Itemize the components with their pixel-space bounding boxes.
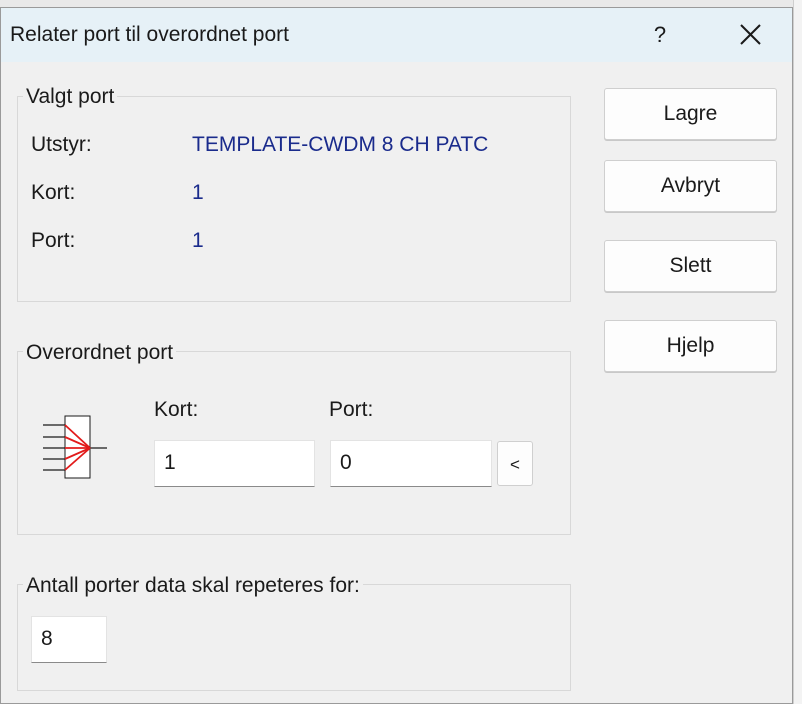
cancel-button[interactable]: Avbryt bbox=[604, 160, 777, 212]
equipment-label: Utstyr: bbox=[31, 133, 92, 156]
parent-port-legend: Overordnet port bbox=[23, 341, 177, 365]
save-button[interactable]: Lagre bbox=[604, 88, 777, 140]
selected-port-legend: Valgt port bbox=[23, 85, 118, 109]
title-bar[interactable]: Relater port til overordnet port ? bbox=[1, 8, 792, 62]
relate-port-dialog: Relater port til overordnet port ? Valgt… bbox=[0, 7, 793, 704]
port-value: 1 bbox=[192, 229, 204, 252]
repeat-count-input[interactable]: 8 bbox=[31, 616, 107, 663]
delete-button[interactable]: Slett bbox=[604, 240, 777, 292]
close-icon bbox=[740, 24, 761, 45]
dialog-title: Relater port til overordnet port bbox=[10, 23, 289, 46]
card-value: 1 bbox=[192, 181, 204, 204]
close-button[interactable] bbox=[729, 16, 771, 54]
parent-card-label: Kort: bbox=[154, 398, 199, 421]
selected-port-group bbox=[17, 96, 571, 302]
help-title-button[interactable]: ? bbox=[641, 16, 679, 54]
port-fanout-icon bbox=[43, 415, 107, 479]
card-label: Kort: bbox=[31, 181, 76, 204]
port-label: Port: bbox=[31, 229, 76, 252]
repeat-legend: Antall porter data skal repeteres for: bbox=[23, 574, 363, 598]
parent-port-input[interactable]: 0 bbox=[330, 440, 492, 487]
parent-port-label: Port: bbox=[329, 398, 374, 421]
parent-card-input[interactable]: 1 bbox=[154, 440, 315, 487]
background-window-edge bbox=[793, 0, 802, 704]
pick-port-button[interactable]: < bbox=[497, 441, 533, 486]
help-button[interactable]: Hjelp bbox=[604, 320, 777, 372]
equipment-value: TEMPLATE-CWDM 8 CH PATC bbox=[192, 133, 489, 156]
